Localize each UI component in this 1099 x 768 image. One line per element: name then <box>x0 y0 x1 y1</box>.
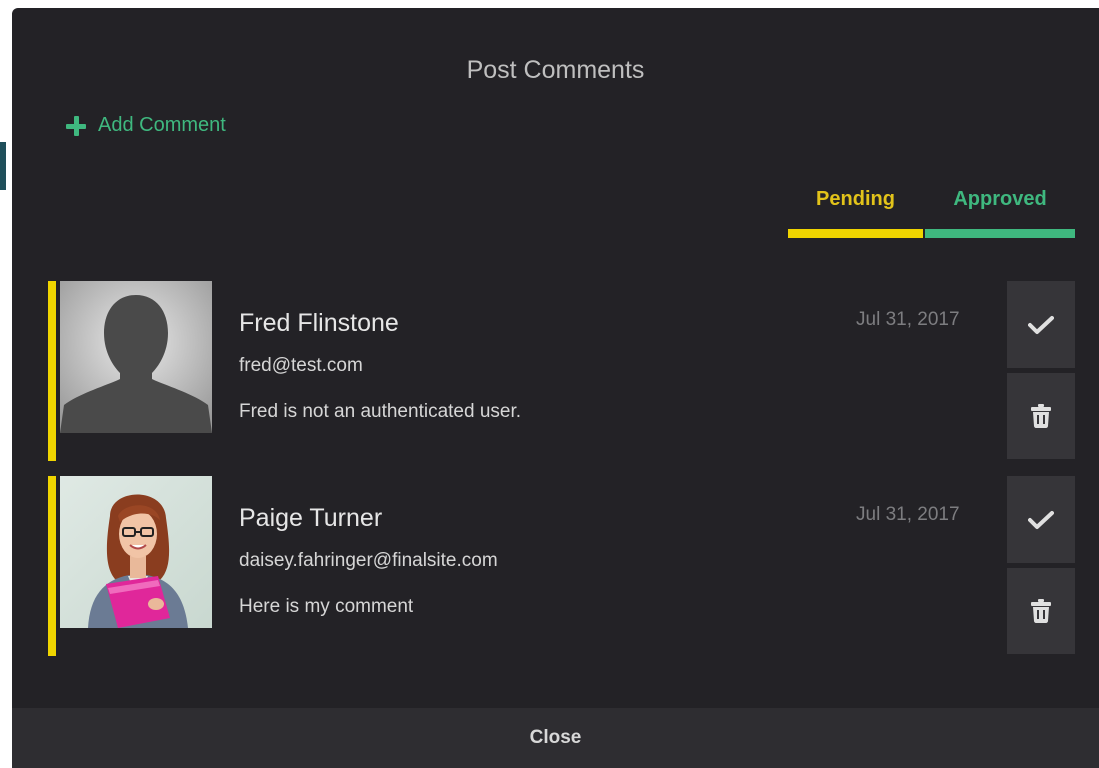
tab-pending-underline <box>788 229 923 238</box>
comment-status-tabs: Pending Approved <box>788 184 1075 238</box>
pending-indicator <box>48 281 56 461</box>
comment-author-name: Fred Flinstone <box>239 309 399 337</box>
checkmark-icon <box>1028 510 1054 529</box>
comment-item: Fred Flinstone fred@test.com Fred is not… <box>48 281 1075 461</box>
tab-approved-underline <box>925 229 1075 238</box>
tab-approved-label: Approved <box>953 188 1047 210</box>
plus-icon <box>66 115 86 136</box>
tab-pending[interactable]: Pending <box>788 184 923 238</box>
trash-icon <box>1031 599 1051 623</box>
close-button[interactable]: Close <box>524 726 588 750</box>
comment-item: Paige Turner daisey.fahringer@finalsite.… <box>48 476 1075 656</box>
delete-button[interactable] <box>1007 373 1075 459</box>
approve-button[interactable] <box>1007 476 1075 563</box>
tab-pending-label: Pending <box>816 188 895 210</box>
pending-indicator <box>48 476 56 656</box>
background-accent-bar <box>0 142 6 190</box>
add-comment-button[interactable]: Add Comment <box>66 114 226 137</box>
post-comments-modal: Post Comments Add Comment Pending Approv… <box>12 8 1099 768</box>
checkmark-icon <box>1028 315 1054 334</box>
silhouette-avatar <box>60 281 212 433</box>
comment-text: Fred is not an authenticated user. <box>239 401 522 422</box>
comment-author-name: Paige Turner <box>239 504 383 532</box>
photo-avatar <box>60 476 212 628</box>
add-comment-label: Add Comment <box>98 114 226 136</box>
modal-footer: Close <box>12 708 1099 768</box>
delete-button[interactable] <box>1007 568 1075 654</box>
comment-date: Jul 31, 2017 <box>856 309 960 330</box>
modal-title: Post Comments <box>466 56 645 84</box>
comment-author-email: fred@test.com <box>239 355 363 376</box>
comment-author-email: daisey.fahringer@finalsite.com <box>239 550 498 571</box>
tab-approved[interactable]: Approved <box>925 184 1075 238</box>
background-page <box>0 0 12 768</box>
approve-button[interactable] <box>1007 281 1075 368</box>
comment-text: Here is my comment <box>239 596 414 617</box>
trash-icon <box>1031 404 1051 428</box>
comment-date: Jul 31, 2017 <box>856 504 960 525</box>
